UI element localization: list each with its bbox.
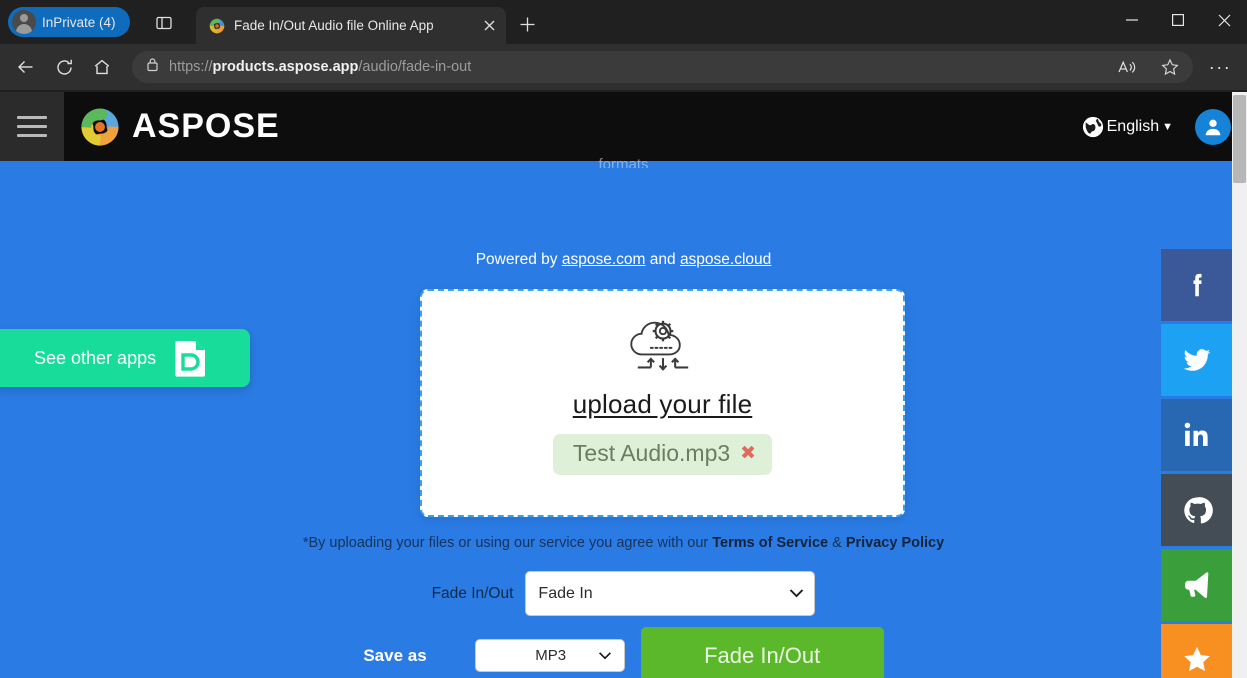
tab-close-icon[interactable] (476, 13, 502, 39)
linkedin-icon[interactable] (1161, 399, 1233, 471)
browser-window: InPrivate (4) Fade In/Out Audio file Onl… (0, 0, 1247, 678)
inprivate-profile-button[interactable]: InPrivate (4) (8, 7, 130, 37)
cloud-upload-gear-icon (629, 320, 688, 371)
save-as-label: Save as (363, 645, 427, 665)
window-controls (1109, 0, 1247, 40)
cutoff-text: formats (598, 156, 649, 168)
terms-of-service-link[interactable]: Terms of Service (712, 535, 828, 551)
globe-icon (1082, 116, 1103, 137)
hamburger-menu-icon[interactable] (0, 92, 64, 161)
uploaded-file-chip: Test Audio.mp3 ✖ (552, 434, 773, 475)
chevron-down-icon (598, 648, 612, 663)
upload-dropzone[interactable]: upload your file Test Audio.mp3 ✖ (420, 289, 905, 517)
github-icon[interactable] (1161, 474, 1233, 546)
browser-settings-icon[interactable]: ··· (1201, 50, 1239, 84)
aspose-com-link[interactable]: aspose.com (562, 251, 646, 268)
maximize-icon[interactable] (1155, 0, 1201, 40)
site-header: ASPOSE English ▼ (0, 92, 1247, 161)
user-account-icon[interactable] (1195, 108, 1231, 145)
scrollbar-thumb[interactable] (1233, 95, 1246, 183)
url-text: https://products.aspose.app/audio/fade-i… (169, 59, 472, 75)
home-icon[interactable] (84, 50, 120, 84)
lock-icon (146, 57, 159, 77)
uploaded-file-name: Test Audio.mp3 (572, 440, 731, 466)
facebook-icon[interactable] (1161, 249, 1233, 321)
page-scrollbar[interactable] (1232, 92, 1247, 678)
new-tab-icon[interactable] (512, 9, 542, 39)
terms-notice: *By uploading your files or using our se… (302, 535, 945, 551)
minimize-icon[interactable] (1109, 0, 1155, 40)
privacy-policy-link[interactable]: Privacy Policy (846, 535, 944, 551)
format-select-value: MP3 (535, 647, 567, 664)
fade-option-row: Fade In/Out Fade In (0, 571, 1247, 616)
back-arrow-icon[interactable] (8, 50, 44, 84)
tab-search-icon[interactable] (148, 10, 180, 36)
aspose-spiral-favicon (209, 18, 225, 33)
chevron-down-icon: ▼ (1162, 120, 1173, 133)
megaphone-icon[interactable] (1161, 549, 1233, 621)
read-aloud-icon[interactable] (1109, 53, 1143, 81)
browser-tab[interactable]: Fade In/Out Audio file Online App (196, 7, 506, 44)
browser-toolbar: https://products.aspose.app/audio/fade-i… (0, 44, 1247, 91)
language-selector[interactable]: English ▼ (1082, 116, 1173, 138)
address-bar[interactable]: https://products.aspose.app/audio/fade-i… (132, 51, 1193, 83)
social-share-rail (1161, 249, 1233, 678)
aspose-cloud-link[interactable]: aspose.cloud (680, 251, 771, 268)
remove-file-x-icon[interactable]: ✖ (740, 444, 756, 463)
page-viewport: ASPOSE English ▼ formats Powered by aspo… (0, 92, 1247, 678)
reload-icon[interactable] (46, 50, 82, 84)
see-other-apps-button[interactable]: See other apps (0, 329, 250, 387)
fade-select[interactable]: Fade In (525, 571, 816, 616)
avatar-icon (12, 10, 36, 34)
language-label: English (1106, 117, 1160, 135)
see-other-apps-label: See other apps (34, 347, 157, 368)
powered-by-line: Powered by aspose.com and aspose.cloud (475, 251, 772, 268)
save-as-row: Save as MP3 Fade In/Out (0, 627, 1247, 678)
fade-label: Fade In/Out (431, 584, 514, 602)
site-logo[interactable]: ASPOSE (78, 105, 280, 149)
site-header-right: English ▼ (1082, 92, 1247, 161)
fade-select-value: Fade In (538, 584, 593, 602)
page-body: formats Powered by aspose.com and aspose… (0, 156, 1247, 678)
chevron-down-icon (789, 586, 804, 601)
tab-title: Fade In/Out Audio file Online App (234, 18, 434, 33)
format-select[interactable]: MP3 (474, 639, 625, 672)
document-apps-icon (175, 341, 206, 377)
star-icon[interactable] (1161, 624, 1233, 678)
fade-in-out-action-button[interactable]: Fade In/Out (640, 627, 884, 678)
browser-titlebar: InPrivate (4) Fade In/Out Audio file Onl… (0, 0, 1247, 44)
upload-your-file-link[interactable]: upload your file (573, 389, 753, 420)
brand-name: ASPOSE (132, 107, 280, 145)
twitter-icon[interactable] (1161, 324, 1233, 396)
inprivate-label: InPrivate (4) (42, 14, 116, 30)
aspose-spiral-logo (81, 107, 119, 146)
window-close-icon[interactable] (1201, 0, 1247, 40)
favorite-star-icon[interactable] (1153, 53, 1187, 81)
